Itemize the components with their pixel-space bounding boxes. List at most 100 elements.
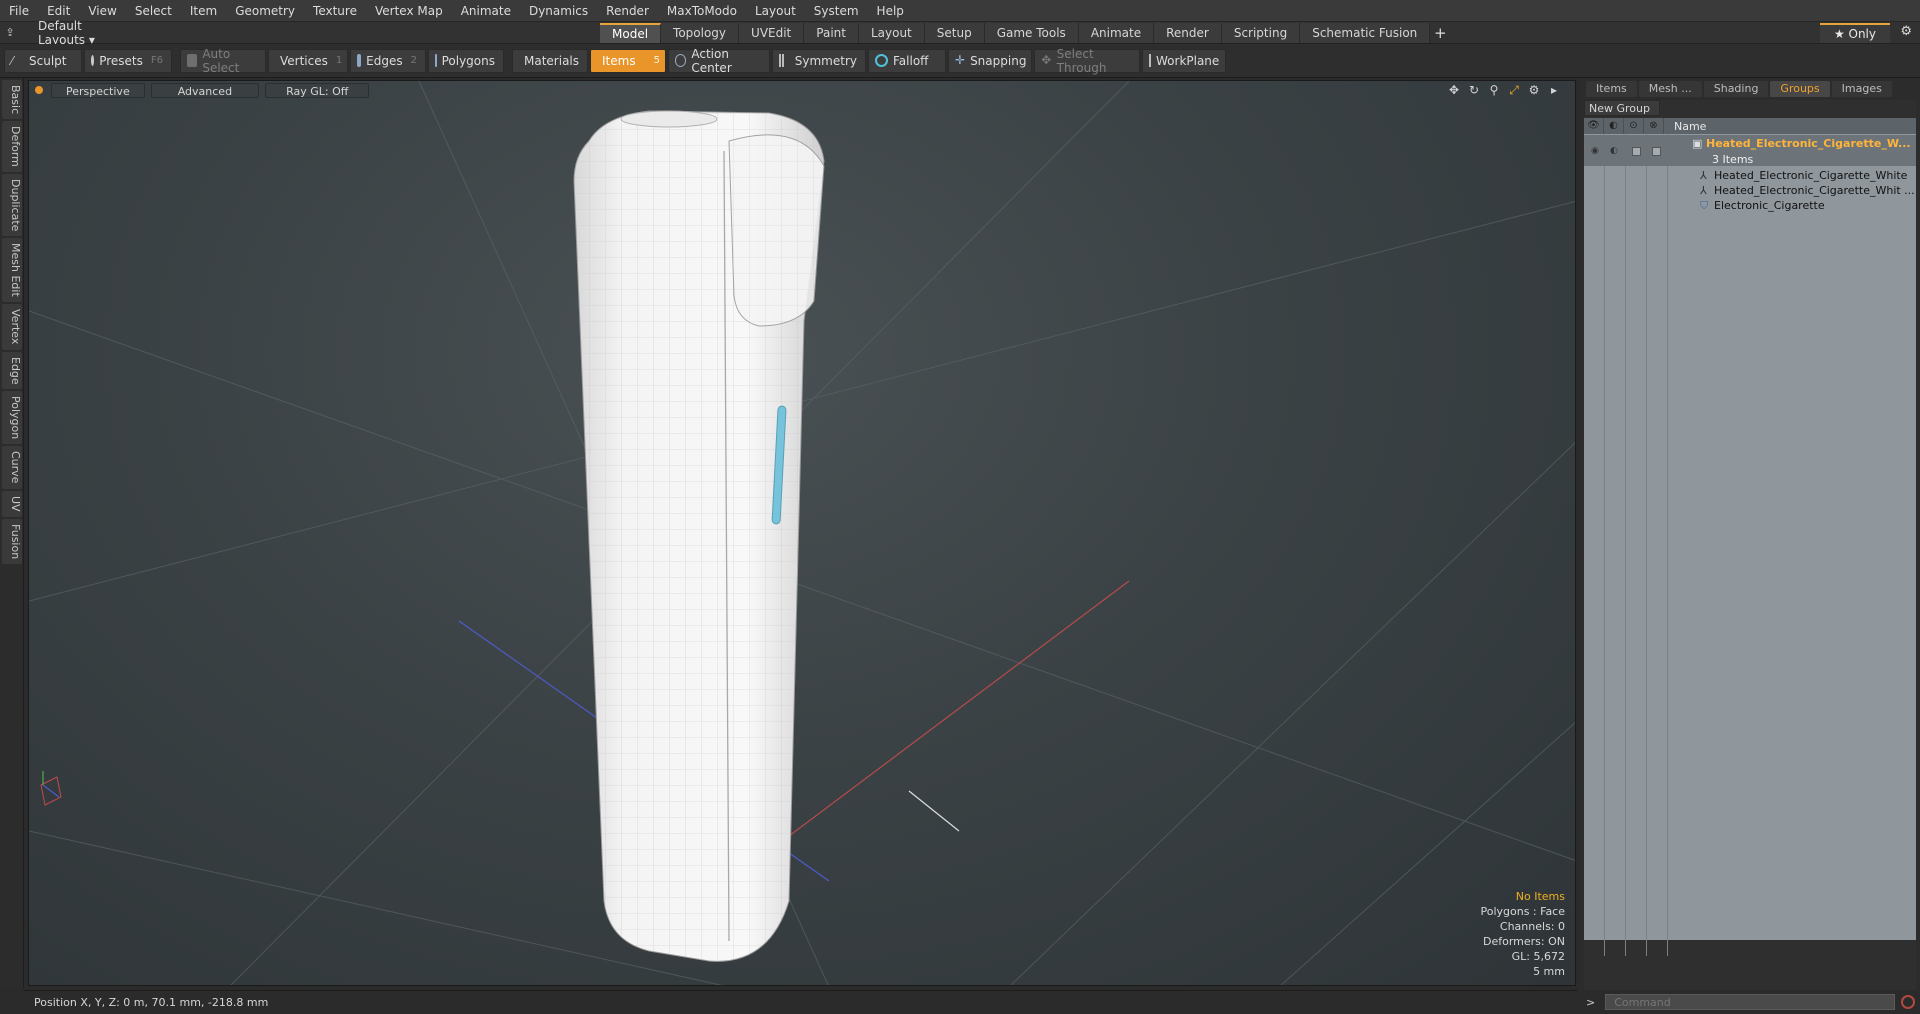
gear-icon[interactable]: ⚙ xyxy=(1900,24,1912,39)
child-row-2[interactable]: ⛉ Electronic_Cigarette xyxy=(1584,197,1916,214)
lock-col-icon[interactable]: ⊙ xyxy=(1624,118,1644,134)
only-toggle[interactable]: ★ Only xyxy=(1819,22,1890,43)
vertices-key: 1 xyxy=(335,55,343,66)
menu-vertex-map[interactable]: Vertex Map xyxy=(366,0,452,22)
left-tab-duplicate[interactable]: Duplicate xyxy=(2,174,22,237)
select-through-label: Select Through xyxy=(1056,46,1107,75)
group-name: Heated_Electronic_Cigarette_W... xyxy=(1706,137,1911,150)
menu-select[interactable]: Select xyxy=(126,0,181,22)
workplane-icon xyxy=(1149,54,1151,67)
render-col-icon[interactable]: ◐ xyxy=(1604,118,1624,134)
panel-tab-mesh[interactable]: Mesh ... xyxy=(1638,81,1702,97)
layout-tab-paint[interactable]: Paint xyxy=(804,22,859,43)
edges-button[interactable]: Edges 2 xyxy=(350,48,426,73)
vertices-button[interactable]: Vertices 1 xyxy=(268,48,348,73)
viewport-menu-icon[interactable] xyxy=(35,86,43,94)
layout-tab-scripting[interactable]: Scripting xyxy=(1221,22,1301,43)
lock-checkbox[interactable] xyxy=(1632,147,1641,156)
action-center-label: Action Center xyxy=(691,46,732,75)
auto-select-button[interactable]: Auto Select xyxy=(180,47,266,75)
layout-tab-render[interactable]: Render xyxy=(1154,22,1222,43)
mesh-icon: ⅄ xyxy=(1700,184,1707,197)
left-tab-edge[interactable]: Edge xyxy=(2,351,22,390)
snapping-icon: ✛ xyxy=(955,53,966,67)
viewport-scene xyxy=(29,81,1575,985)
layout-tab-game-tools[interactable]: Game Tools xyxy=(984,22,1079,43)
presets-button[interactable]: Presets F6 xyxy=(84,48,172,73)
left-tab-polygon[interactable]: Polygon xyxy=(2,391,22,445)
zoom-view-icon[interactable]: ⚲ xyxy=(1487,83,1501,97)
layout-bar: ⇪ Default Layouts ▾ Model Topology UVEdit P… xyxy=(0,19,1920,47)
left-tab-vertex[interactable]: Vertex xyxy=(2,304,22,350)
polygons-button[interactable]: Polygons xyxy=(428,48,504,73)
items-button[interactable]: Items 5 xyxy=(590,48,666,73)
falloff-button[interactable]: Falloff xyxy=(868,48,946,73)
render-toggle-icon[interactable]: ◐ xyxy=(1610,146,1618,156)
materials-button[interactable]: Materials xyxy=(512,48,588,73)
left-tab-basic[interactable]: Basic xyxy=(2,80,22,120)
left-tab-curve[interactable]: Curve xyxy=(2,446,22,489)
action-center-button[interactable]: Action Center xyxy=(668,46,770,75)
viewport-gear-icon[interactable]: ⚙ xyxy=(1527,83,1541,97)
left-tab-deform[interactable]: Deform xyxy=(2,121,22,173)
layout-tab-schematic-fusion[interactable]: Schematic Fusion xyxy=(1300,22,1431,43)
left-tab-uv[interactable]: UV xyxy=(2,490,22,517)
cigarette-model[interactable] xyxy=(573,110,825,962)
tree-header: 👁 ◐ ⊙ ⊗ Name xyxy=(1584,118,1916,134)
menu-system[interactable]: System xyxy=(805,0,868,22)
expand-arrow-icon[interactable]: ▸ xyxy=(1547,83,1561,97)
layout-tab-animate[interactable]: Animate xyxy=(1078,22,1155,43)
menu-dynamics[interactable]: Dynamics xyxy=(520,0,597,22)
left-tab-mesh-edit[interactable]: Mesh Edit xyxy=(2,238,22,303)
menu-help[interactable]: Help xyxy=(868,0,913,22)
panel-tab-images[interactable]: Images xyxy=(1831,81,1892,97)
eye-icon[interactable]: ◉ xyxy=(1591,146,1599,156)
sculpt-button[interactable]: ⁄ Sculpt xyxy=(4,48,82,73)
command-input[interactable] xyxy=(1605,994,1896,1010)
selection-info: No Items xyxy=(1515,890,1565,903)
3d-viewport[interactable]: Perspective Advanced Ray GL: Off ✥ ↻ ⚲ ⤢… xyxy=(28,80,1576,986)
brush-icon: ⁄ xyxy=(11,54,14,68)
layout-tab-uvedit[interactable]: UVEdit xyxy=(739,22,805,43)
menu-texture[interactable]: Texture xyxy=(304,0,366,22)
rotate-view-icon[interactable]: ↻ xyxy=(1467,83,1481,97)
layout-tab-layout[interactable]: Layout xyxy=(858,22,925,43)
menu-render[interactable]: Render xyxy=(597,0,658,22)
move-view-icon[interactable]: ✥ xyxy=(1447,83,1461,97)
fit-view-icon[interactable]: ⤢ xyxy=(1507,83,1521,97)
symmetry-button[interactable]: Symmetry xyxy=(772,48,866,73)
menu-maxtomodo[interactable]: MaxToModo xyxy=(658,0,746,22)
polygons-label: Polygons xyxy=(441,53,495,68)
panel-tab-items[interactable]: Items xyxy=(1586,81,1637,97)
add-layout-button[interactable]: + xyxy=(1430,24,1450,42)
unit-info: 5 mm xyxy=(1533,965,1565,978)
layout-tab-model[interactable]: Model xyxy=(600,22,662,43)
polygons-info: Polygons : Face xyxy=(1480,905,1565,918)
menu-item[interactable]: Item xyxy=(181,0,226,22)
edges-key: 2 xyxy=(410,55,417,66)
record-icon[interactable] xyxy=(1901,995,1916,1009)
menu-layout[interactable]: Layout xyxy=(746,0,805,22)
symmetry-icon xyxy=(779,54,784,67)
visibility-col-icon[interactable]: 👁 xyxy=(1584,118,1604,134)
perspective-button[interactable]: Perspective xyxy=(51,82,145,98)
advanced-button[interactable]: Advanced xyxy=(150,82,260,98)
raygl-button[interactable]: Ray GL: Off xyxy=(265,82,370,98)
left-tab-fusion[interactable]: Fusion xyxy=(2,518,22,564)
deformers-info: Deformers: ON xyxy=(1483,935,1565,948)
snapping-button[interactable]: ✛ Snapping xyxy=(948,48,1032,73)
select-checkbox[interactable] xyxy=(1652,147,1661,156)
panel-tab-groups[interactable]: Groups xyxy=(1770,81,1830,97)
select-col-icon[interactable]: ⊗ xyxy=(1644,118,1664,134)
select-through-button[interactable]: ✥ Select Through xyxy=(1034,46,1140,75)
layout-preset-dropdown[interactable]: Default Layouts ▾ xyxy=(20,19,120,47)
name-column-header[interactable]: Name xyxy=(1664,120,1706,133)
workplane-button[interactable]: WorkPlane xyxy=(1142,48,1226,73)
panel-tab-shading[interactable]: Shading xyxy=(1703,81,1769,97)
collapse-icon[interactable]: ⇪ xyxy=(0,26,20,39)
new-group-button[interactable]: New Group xyxy=(1584,100,1660,116)
layout-tab-topology[interactable]: Topology xyxy=(661,22,740,43)
menu-geometry[interactable]: Geometry xyxy=(226,0,304,22)
layout-tab-setup[interactable]: Setup xyxy=(924,22,985,43)
menu-animate[interactable]: Animate xyxy=(452,0,520,22)
